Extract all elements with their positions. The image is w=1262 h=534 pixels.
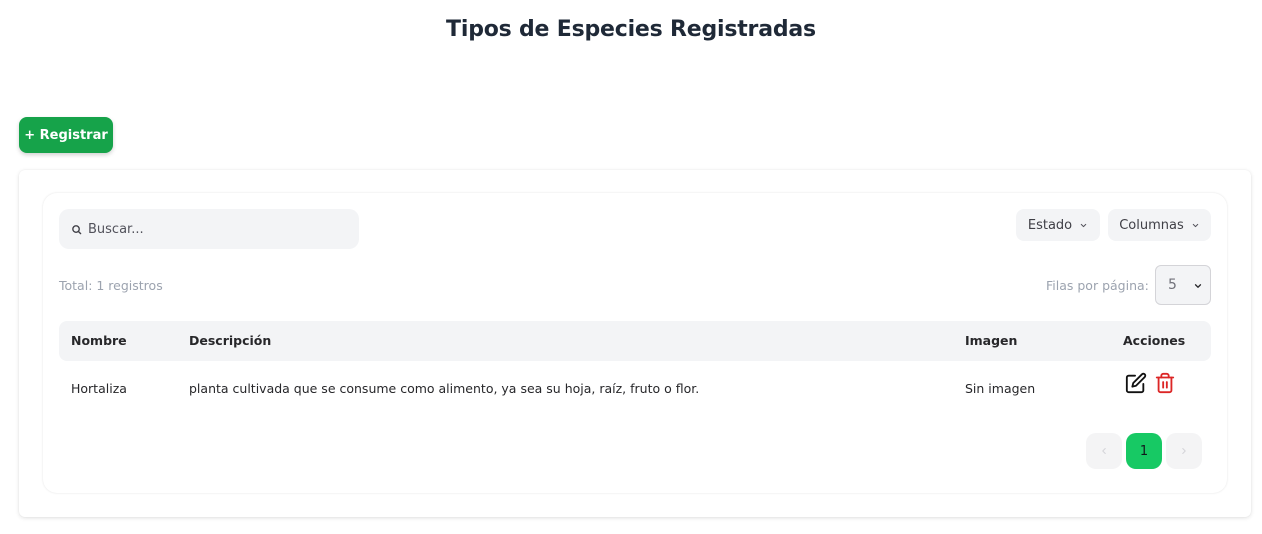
page-title: Tipos de Especies Registradas [446, 17, 816, 42]
pagination-page-button[interactable]: 1 [1126, 433, 1162, 469]
rows-per-page-select[interactable]: 5 [1155, 265, 1211, 305]
cell-imagen: Sin imagen [965, 381, 1036, 396]
pagination-next-button[interactable] [1166, 433, 1202, 469]
pagination-prev-button[interactable] [1086, 433, 1122, 469]
rows-per-page-label: Filas por página: [1046, 278, 1149, 293]
table-row: Hortaliza planta cultivada que se consum… [59, 369, 1211, 409]
column-header-imagen: Imagen [965, 333, 1018, 348]
estado-filter-button[interactable]: Estado [1016, 209, 1100, 241]
column-header-acciones: Acciones [1123, 333, 1186, 348]
cell-nombre: Hortaliza [71, 381, 127, 396]
column-header-nombre: Nombre [71, 333, 127, 348]
total-count: Total: 1 registros [59, 278, 163, 293]
search-icon [72, 224, 82, 234]
table-header: Nombre Descripción Imagen Acciones [59, 321, 1211, 361]
chevron-down-icon [1192, 223, 1198, 227]
trash-icon[interactable] [1154, 372, 1176, 394]
search-input[interactable] [88, 221, 348, 237]
rows-per-page-value: 5 [1168, 277, 1177, 293]
search-box[interactable] [59, 209, 359, 249]
columnas-filter-label: Columnas [1119, 217, 1184, 233]
chevron-down-icon [1194, 284, 1202, 288]
register-button[interactable]: + Registrar [19, 117, 113, 153]
table-container: Estado Columnas Total: 1 registros Filas… [43, 193, 1227, 493]
table-card: Estado Columnas Total: 1 registros Filas… [19, 170, 1251, 517]
estado-filter-label: Estado [1027, 217, 1073, 233]
chevron-left-icon [1102, 447, 1106, 455]
columnas-filter-button[interactable]: Columnas [1108, 209, 1211, 241]
edit-icon[interactable] [1125, 372, 1147, 394]
column-header-descripcion: Descripción [189, 333, 272, 348]
chevron-down-icon [1080, 223, 1087, 227]
cell-descripcion: planta cultivada que se consume como ali… [189, 381, 700, 396]
chevron-right-icon [1182, 447, 1186, 455]
